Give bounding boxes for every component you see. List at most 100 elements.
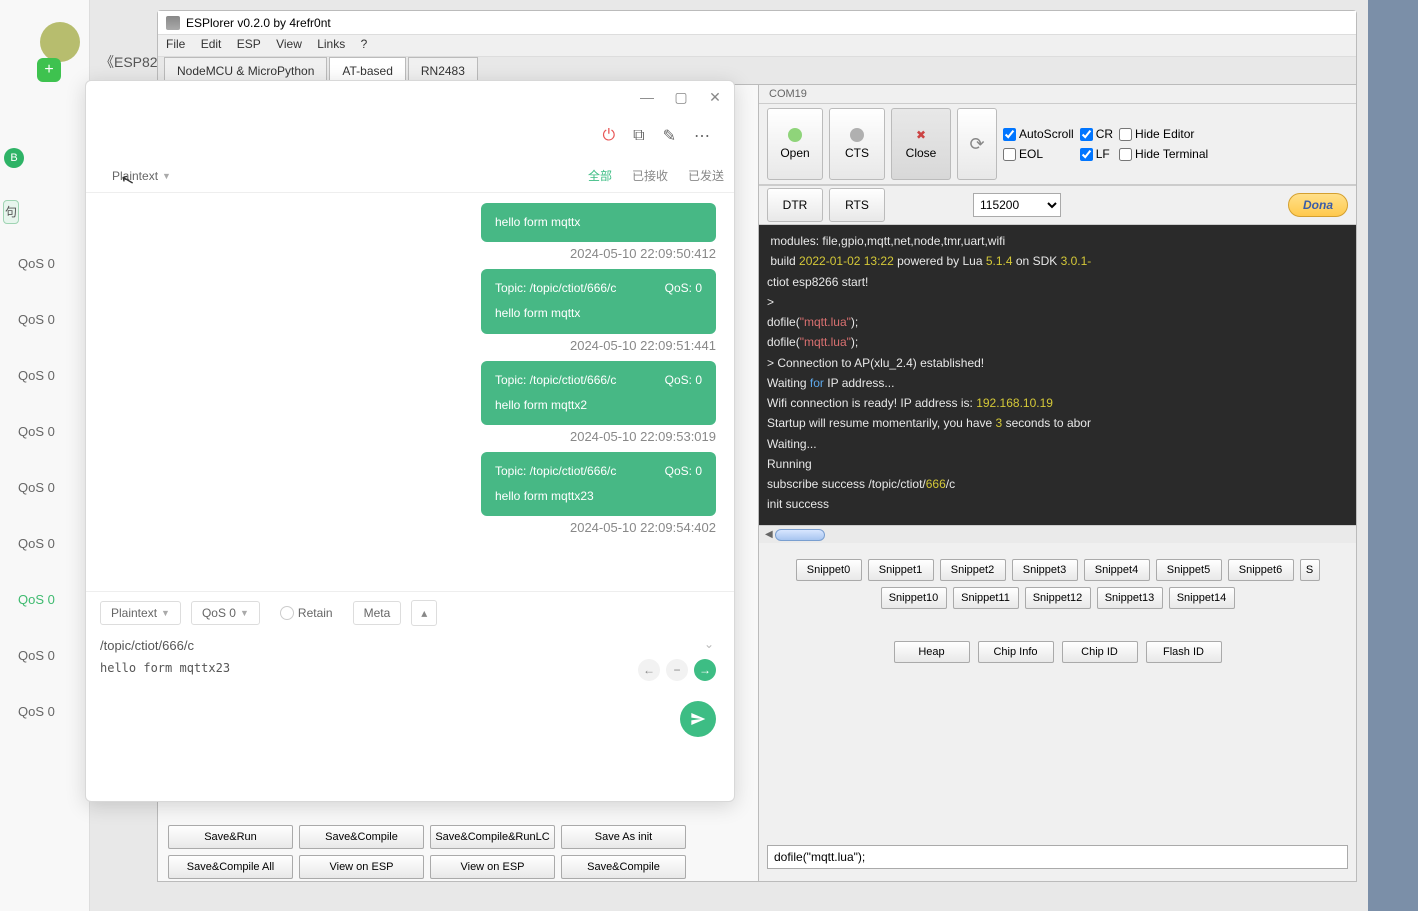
led-icon: [850, 128, 864, 142]
add-connection-button[interactable]: +: [37, 58, 61, 82]
baud-select[interactable]: 115200: [973, 193, 1061, 217]
message: Topic: /topic/ctiot/666/cQoS: 0hello for…: [104, 361, 716, 444]
avatar[interactable]: [40, 22, 80, 62]
save-compile-runlc-button[interactable]: Save&Compile&RunLC: [430, 825, 555, 849]
snippet-button[interactable]: Snippet12: [1025, 587, 1091, 609]
snippet-button[interactable]: Snippet5: [1156, 559, 1222, 581]
message-content: hello form mqttx: [495, 304, 702, 323]
edit-icon[interactable]: ✎: [663, 126, 676, 146]
qos-item[interactable]: QoS 0: [18, 478, 55, 534]
hide-terminal-check[interactable]: Hide Terminal: [1119, 147, 1208, 161]
snippet-button[interactable]: Snippet14: [1169, 587, 1235, 609]
topic-input[interactable]: [100, 634, 720, 657]
esplorer-terminal-pane: COM19 Open CTS ✖Close ⟳ AutoScroll EOL C…: [758, 85, 1356, 881]
tab-sent[interactable]: 已发送: [688, 167, 724, 184]
snippet-button[interactable]: S: [1300, 559, 1320, 581]
chip-id-button[interactable]: Chip ID: [1062, 641, 1138, 663]
mqttx-titlebar[interactable]: — ▢ ✕: [86, 81, 734, 113]
snippet-button[interactable]: Snippet13: [1097, 587, 1163, 609]
heap-button[interactable]: Heap: [894, 641, 970, 663]
snippet-button[interactable]: Snippet1: [868, 559, 934, 581]
menu-edit[interactable]: Edit: [201, 37, 222, 51]
qos-item[interactable]: QoS 0: [18, 366, 55, 422]
close-button[interactable]: ✖Close: [891, 108, 951, 180]
send-icon: [690, 711, 706, 727]
menu-view[interactable]: View: [276, 37, 302, 51]
dtr-button[interactable]: DTR: [767, 188, 823, 222]
save-compile-button-2[interactable]: Save&Compile: [561, 855, 686, 879]
qos-item[interactable]: QoS 0: [18, 422, 55, 478]
prev-arrow[interactable]: ←: [638, 659, 660, 681]
view-on-esp-button[interactable]: View on ESP: [299, 855, 424, 879]
chevron-down-icon[interactable]: ⌄: [704, 637, 714, 651]
green-led-icon: [788, 128, 802, 142]
minimize-button[interactable]: —: [640, 89, 654, 105]
message: hello form mqttx 2024-05-10 22:09:50:412: [104, 203, 716, 261]
minus-button[interactable]: −: [666, 659, 688, 681]
esplorer-titlebar[interactable]: ESPlorer v0.2.0 by 4refr0nt: [158, 11, 1356, 35]
chip-info-button[interactable]: Chip Info: [978, 641, 1054, 663]
donate-button[interactable]: Dona: [1288, 193, 1348, 217]
message-time: 2024-05-10 22:09:54:402: [570, 520, 716, 535]
collapse-button[interactable]: ▴: [411, 600, 437, 626]
hide-editor-check[interactable]: Hide Editor: [1119, 127, 1208, 141]
command-input[interactable]: [767, 845, 1348, 869]
compose-format-select[interactable]: Plaintext▼: [100, 601, 181, 625]
menu-esp[interactable]: ESP: [237, 37, 261, 51]
snippet-button[interactable]: Snippet3: [1012, 559, 1078, 581]
tab-received[interactable]: 已接收: [632, 167, 668, 184]
qos-item[interactable]: QoS 0: [18, 702, 55, 758]
send-button[interactable]: [680, 701, 716, 737]
snippet-button[interactable]: Snippet10: [881, 587, 947, 609]
qos-item[interactable]: QoS 0: [18, 254, 55, 310]
open-button[interactable]: Open: [767, 108, 823, 180]
refresh-icon: ⟳: [969, 134, 984, 155]
snippet-button[interactable]: Snippet2: [940, 559, 1006, 581]
save-as-init-button[interactable]: Save As init: [561, 825, 686, 849]
flash-id-button[interactable]: Flash ID: [1146, 641, 1222, 663]
chevron-down-icon: ▼: [162, 171, 171, 181]
meta-button[interactable]: Meta: [353, 601, 402, 625]
qos-item[interactable]: QoS 0: [18, 590, 55, 646]
message-input[interactable]: [100, 657, 720, 679]
menu-help[interactable]: ?: [361, 37, 368, 51]
more-icon[interactable]: ⋯: [694, 126, 710, 146]
close-button[interactable]: ✕: [708, 89, 722, 106]
message-time: 2024-05-10 22:09:50:412: [570, 246, 716, 261]
eol-check[interactable]: EOL: [1003, 147, 1074, 161]
save-compile-all-button[interactable]: Save&Compile All: [168, 855, 293, 879]
message-list[interactable]: hello form mqttx 2024-05-10 22:09:50:412…: [86, 193, 734, 591]
lang-button[interactable]: 句: [3, 200, 19, 224]
terminal-scrollbar[interactable]: ◀: [759, 525, 1356, 543]
autoscroll-check[interactable]: AutoScroll: [1003, 127, 1074, 141]
cts-button[interactable]: CTS: [829, 108, 885, 180]
qos-item[interactable]: QoS 0: [18, 646, 55, 702]
disconnect-icon[interactable]: ⏻: [603, 127, 616, 145]
maximize-button[interactable]: ▢: [674, 89, 688, 106]
terminal-output[interactable]: modules: file,gpio,mqtt,net,node,tmr,uar…: [759, 225, 1356, 525]
snippet-button[interactable]: Snippet6: [1228, 559, 1294, 581]
refresh-button[interactable]: ⟳: [957, 108, 997, 180]
tab-all[interactable]: 全部: [588, 167, 612, 184]
retain-toggle[interactable]: Retain: [270, 602, 343, 624]
qos-item[interactable]: QoS 0: [18, 310, 55, 366]
next-arrow[interactable]: →: [694, 659, 716, 681]
qos-item[interactable]: QoS 0: [18, 534, 55, 590]
compose-qos-select[interactable]: QoS 0▼: [191, 601, 260, 625]
rts-button[interactable]: RTS: [829, 188, 885, 222]
snippet-button[interactable]: Snippet0: [796, 559, 862, 581]
cr-check[interactable]: CR: [1080, 127, 1113, 141]
menu-file[interactable]: File: [166, 37, 185, 51]
scrollbar-thumb[interactable]: [775, 529, 825, 541]
message-icon[interactable]: ⧉: [633, 127, 644, 145]
view-on-esp-button-2[interactable]: View on ESP: [430, 855, 555, 879]
message-content: hello form mqttx23: [495, 487, 702, 506]
lf-check[interactable]: LF: [1080, 147, 1113, 161]
menu-links[interactable]: Links: [317, 37, 345, 51]
format-select[interactable]: Plaintext▼: [104, 165, 179, 187]
snippet-button[interactable]: Snippet4: [1084, 559, 1150, 581]
save-compile-button[interactable]: Save&Compile: [299, 825, 424, 849]
save-run-button[interactable]: Save&Run: [168, 825, 293, 849]
menubar: File Edit ESP View Links ?: [158, 35, 1356, 57]
snippet-button[interactable]: Snippet11: [953, 587, 1019, 609]
